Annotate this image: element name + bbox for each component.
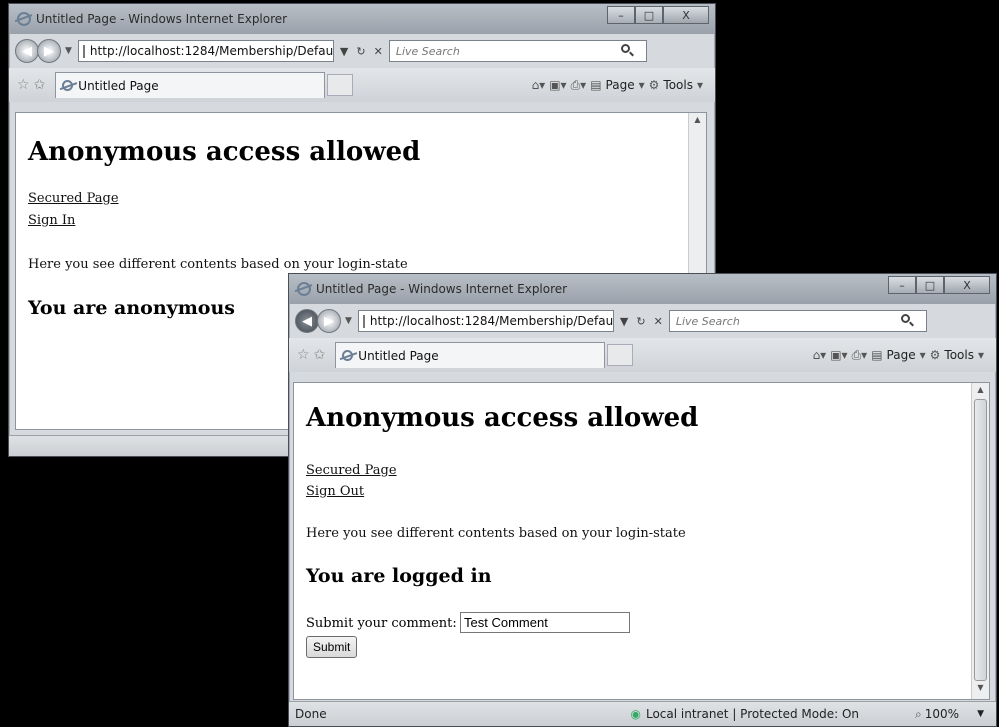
zoom-dropdown-icon[interactable]: ▼ xyxy=(977,709,984,719)
favorites-star-icon[interactable]: ☆ xyxy=(297,347,310,363)
page-heading: Anonymous access allowed xyxy=(28,137,421,167)
tools-menu[interactable]: Tools xyxy=(944,348,974,362)
tools-dropdown-icon[interactable]: ▾ xyxy=(697,78,703,92)
stop-icon[interactable]: ✕ xyxy=(654,315,663,328)
page-menu-icon: ▤ xyxy=(871,348,883,362)
front-title-bar[interactable]: Untitled Page - Windows Internet Explore… xyxy=(289,274,996,304)
zoom-level[interactable]: 100% xyxy=(925,707,959,721)
search-icon[interactable] xyxy=(900,314,910,323)
page-dropdown-icon[interactable]: ▾ xyxy=(920,348,926,362)
front-tab-title: Untitled Page xyxy=(358,348,439,363)
address-dropdown-icon[interactable]: ▼ xyxy=(620,315,628,328)
tools-gear-icon: ⚙ xyxy=(648,78,660,92)
login-state-info: Here you see different contents based on… xyxy=(28,257,408,272)
forward-nav-button[interactable]: ▶ xyxy=(317,309,341,333)
login-state-info: Here you see different contents based on… xyxy=(306,526,686,541)
zoom-icon: ⌕ xyxy=(915,706,922,721)
tools-gear-icon: ⚙ xyxy=(929,348,941,362)
maximize-button[interactable]: □ xyxy=(635,6,663,24)
front-command-bar: ⌂▾ ▣▾ ⎙▾ ▤ Page ▾ ⚙ Tools ▾ xyxy=(813,348,984,363)
front-address-text: http://localhost:1284/Membership/Defau xyxy=(369,314,614,328)
add-favorites-icon[interactable]: ✩ xyxy=(314,347,326,363)
nav-dropdown-icon[interactable]: ▼ xyxy=(65,46,72,56)
front-command-toolbar: ☆ ✩ Untitled Page ⌂▾ ▣▾ ⎙▾ ▤ Page ▾ ⚙ To… xyxy=(289,338,996,372)
sign-in-link[interactable]: Sign In xyxy=(28,213,75,228)
home-icon[interactable]: ⌂▾ xyxy=(532,78,546,92)
back-nav-button[interactable]: ◀ xyxy=(295,309,319,333)
back-address-row: ◀ ▶ ▼ http://localhost:1284/Membership/D… xyxy=(9,34,715,68)
favorites-star-icon[interactable]: ☆ xyxy=(17,77,30,93)
refresh-icon[interactable]: ↻ xyxy=(636,315,645,328)
scroll-up-icon[interactable]: ▲ xyxy=(972,385,989,399)
scroll-thumb[interactable] xyxy=(974,399,987,681)
page-icon xyxy=(82,44,85,58)
submit-button[interactable]: Submit xyxy=(306,636,358,658)
sign-out-link[interactable]: Sign Out xyxy=(306,484,364,499)
stop-icon[interactable]: ✕ xyxy=(374,45,383,58)
page-menu[interactable]: Page xyxy=(606,78,635,92)
front-browser-window[interactable]: Untitled Page - Windows Internet Explore… xyxy=(288,273,997,727)
back-command-bar: ⌂▾ ▣▾ ⎙▾ ▤ Page ▾ ⚙ Tools ▾ xyxy=(532,78,703,93)
page-dropdown-icon[interactable]: ▾ xyxy=(639,78,645,92)
zone-text[interactable]: Local intranet | Protected Mode: On xyxy=(646,707,859,721)
intranet-zone-icon: ◉ xyxy=(630,707,641,721)
minimize-button[interactable]: – xyxy=(888,276,916,294)
front-window-title: Untitled Page - Windows Internet Explore… xyxy=(316,282,568,296)
comment-label: Submit your comment: xyxy=(306,616,457,631)
back-title-bar[interactable]: Untitled Page - Windows Internet Explore… xyxy=(9,4,715,34)
tab-ie-icon xyxy=(342,350,354,361)
back-search-input[interactable]: Live Search xyxy=(388,40,647,62)
print-icon[interactable]: ⎙▾ xyxy=(571,78,587,93)
search-placeholder: Live Search xyxy=(675,314,740,328)
front-search-input[interactable]: Live Search xyxy=(668,310,927,332)
tools-dropdown-icon[interactable]: ▾ xyxy=(978,348,984,362)
new-tab-button[interactable] xyxy=(607,344,634,366)
front-status-bar: Done ◉ Local intranet | Protected Mode: … xyxy=(289,701,996,726)
tools-menu[interactable]: Tools xyxy=(663,78,693,92)
refresh-icon[interactable]: ↻ xyxy=(356,45,365,58)
front-page-content: Anonymous access allowed Secured Page Si… xyxy=(293,382,990,700)
print-icon[interactable]: ⎙▾ xyxy=(852,348,868,363)
forward-nav-button[interactable]: ▶ xyxy=(37,39,61,63)
scroll-up-icon[interactable]: ▲ xyxy=(689,115,706,129)
back-tab[interactable]: Untitled Page xyxy=(55,72,326,98)
front-tab[interactable]: Untitled Page xyxy=(335,342,606,368)
comment-input[interactable] xyxy=(460,612,630,633)
home-icon[interactable]: ⌂▾ xyxy=(813,348,827,362)
ie-logo-icon xyxy=(297,282,311,296)
back-address-text: http://localhost:1284/Membership/Defau xyxy=(89,44,334,58)
page-heading: Anonymous access allowed xyxy=(306,403,699,433)
page-menu[interactable]: Page xyxy=(887,348,916,362)
back-window-title: Untitled Page - Windows Internet Explore… xyxy=(36,12,288,26)
front-address-bar[interactable]: http://localhost:1284/Membership/Defau xyxy=(357,310,614,332)
minimize-button[interactable]: – xyxy=(607,6,635,24)
front-address-row: ◀ ▶ ▼ http://localhost:1284/Membership/D… xyxy=(289,304,996,338)
status-heading: You are anonymous xyxy=(28,297,235,319)
nav-dropdown-icon[interactable]: ▼ xyxy=(345,316,352,326)
feeds-icon[interactable]: ▣▾ xyxy=(830,348,847,362)
page-icon xyxy=(362,314,365,328)
back-command-toolbar: ☆ ✩ Untitled Page ⌂▾ ▣▾ ⎙▾ ▤ Page ▾ ⚙ To… xyxy=(9,68,715,102)
search-icon[interactable] xyxy=(620,44,630,53)
secured-page-link[interactable]: Secured Page xyxy=(306,463,397,478)
close-button[interactable]: X xyxy=(663,6,709,24)
back-tab-title: Untitled Page xyxy=(78,78,159,93)
status-text: Done xyxy=(295,707,327,721)
new-tab-button[interactable] xyxy=(327,74,354,96)
scroll-down-icon[interactable]: ▼ xyxy=(972,683,989,697)
maximize-button[interactable]: □ xyxy=(916,276,944,294)
address-dropdown-icon[interactable]: ▼ xyxy=(340,45,348,58)
secured-page-link[interactable]: Secured Page xyxy=(28,191,119,206)
front-vertical-scrollbar[interactable]: ▲ ▼ xyxy=(971,383,989,699)
back-nav-button[interactable]: ◀ xyxy=(15,39,39,63)
status-heading: You are logged in xyxy=(306,565,492,587)
page-menu-icon: ▤ xyxy=(590,78,602,92)
ie-logo-icon xyxy=(17,12,31,26)
search-placeholder: Live Search xyxy=(395,44,460,58)
tab-ie-icon xyxy=(62,80,74,91)
close-button[interactable]: X xyxy=(944,276,990,294)
back-address-bar[interactable]: http://localhost:1284/Membership/Defau xyxy=(77,40,334,62)
add-favorites-icon[interactable]: ✩ xyxy=(34,77,46,93)
feeds-icon[interactable]: ▣▾ xyxy=(549,78,566,92)
